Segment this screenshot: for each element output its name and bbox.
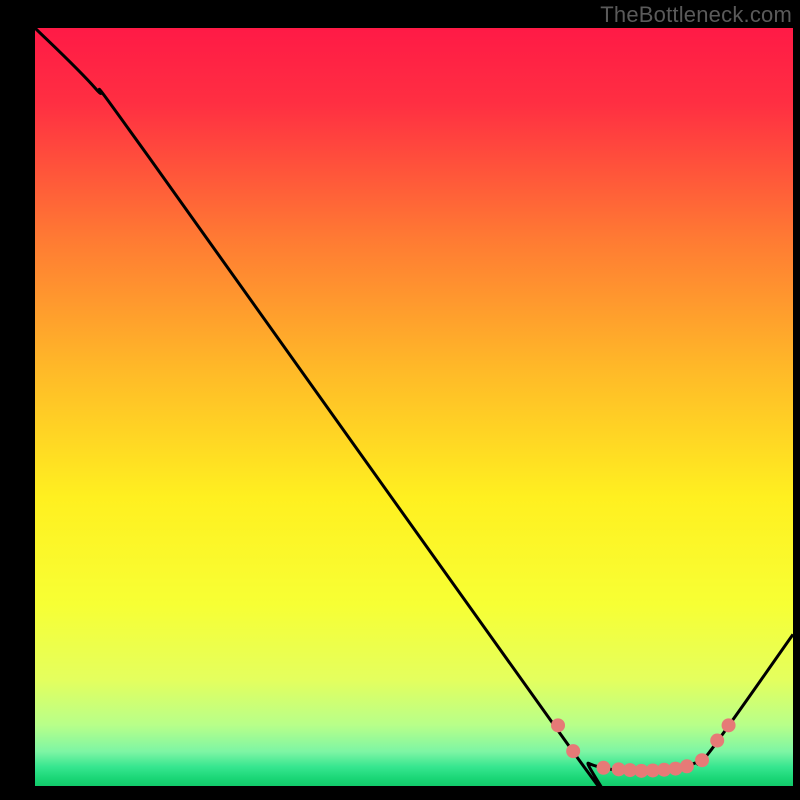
bottleneck-chart [35, 28, 793, 786]
chart-container: TheBottleneck.com [0, 0, 800, 800]
watermark-text: TheBottleneck.com [600, 2, 792, 28]
data-marker [566, 744, 580, 758]
data-marker [722, 718, 736, 732]
data-marker [710, 734, 724, 748]
data-marker [695, 753, 709, 767]
gradient-background [35, 28, 793, 786]
data-marker [597, 761, 611, 775]
data-marker [551, 718, 565, 732]
data-marker [680, 759, 694, 773]
plot-area [35, 28, 793, 786]
